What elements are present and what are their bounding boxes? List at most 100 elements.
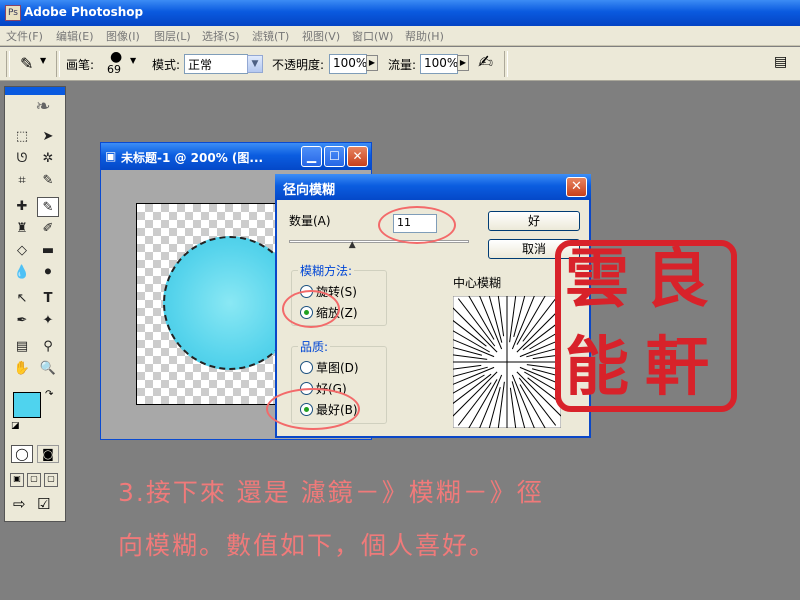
- foreground-color-swatch[interactable]: [13, 392, 41, 418]
- tutorial-caption-line-2: 向模糊。數值如下，個人喜好。: [118, 531, 497, 560]
- screen-mode-standard-icon[interactable]: ▣: [10, 473, 24, 487]
- lasso-tool-icon[interactable]: ᘎ: [11, 149, 33, 169]
- quality-title: 品质:: [298, 338, 331, 355]
- menu-help[interactable]: 帮助(H): [405, 28, 444, 44]
- blur-center-preview[interactable]: [453, 296, 561, 428]
- brush-tool-icon[interactable]: ✎: [37, 197, 59, 217]
- crop-tool-icon[interactable]: ⌗: [11, 171, 33, 191]
- slice-tool-icon[interactable]: ✎: [37, 171, 59, 191]
- dialog-titlebar[interactable]: 径向模糊 ✕: [275, 174, 591, 200]
- move-tool-icon[interactable]: ➤: [37, 127, 59, 147]
- zoom-tool-icon[interactable]: 🔍: [37, 359, 59, 379]
- divider: [6, 51, 10, 77]
- jump-to-imageready-icon[interactable]: ⇨: [13, 495, 26, 513]
- amount-label: 数量(A): [289, 214, 331, 228]
- mode-select[interactable]: 正常: [184, 54, 248, 74]
- tutorial-caption-line-1: 3.接下來 還是 濾鏡－》模糊－》徑: [118, 478, 544, 507]
- document-close-button[interactable]: ✕: [347, 146, 368, 167]
- path-selection-tool-icon[interactable]: ↖: [11, 289, 33, 309]
- maximize-icon: ☐: [329, 149, 340, 163]
- document-titlebar[interactable]: ▣ 未标题-1 @ 200% (图... ▁ ☐ ✕: [101, 143, 371, 170]
- eyedropper-tool-icon[interactable]: ⚲: [37, 337, 59, 357]
- cancel-button-label: 取消: [521, 242, 546, 256]
- menu-image[interactable]: 图像(I): [106, 28, 140, 44]
- amount-slider-thumb[interactable]: ▲: [349, 240, 356, 250]
- blur-tool-icon[interactable]: 💧: [11, 263, 33, 283]
- flow-value: 100%: [424, 56, 459, 70]
- opacity-label: 不透明度:: [272, 58, 325, 72]
- menu-window[interactable]: 窗口(W): [352, 28, 393, 44]
- flow-label: 流量:: [388, 58, 417, 72]
- history-brush-tool-icon[interactable]: ✐: [37, 219, 59, 239]
- ok-button[interactable]: 好: [488, 211, 580, 231]
- eraser-tool-icon[interactable]: ◇: [11, 241, 33, 261]
- maximize-button[interactable]: ☐: [324, 146, 345, 167]
- type-tool-icon[interactable]: T: [37, 289, 59, 309]
- chevron-down-icon[interactable]: ▼: [40, 56, 46, 65]
- mode-dropdown-icon[interactable]: ▼: [247, 55, 263, 73]
- flow-slider-arrow-icon[interactable]: ▶: [457, 55, 469, 71]
- toolbox: ❧ ⬚ ➤ ᘎ ✲ ⌗ ✎ ✚ ✎ ♜ ✐ ◇ ▬ 💧 ⚫ ↖ T ✒ ✦ ▤ …: [4, 86, 66, 522]
- brush-size: 69: [107, 63, 121, 76]
- close-icon: ✕: [571, 179, 582, 194]
- marquee-tool-icon[interactable]: ⬚: [11, 127, 33, 147]
- close-icon: ✕: [352, 149, 363, 163]
- minimize-icon: ▁: [306, 149, 317, 163]
- swap-colors-icon[interactable]: ↷: [45, 389, 53, 400]
- menu-select[interactable]: 选择(S): [202, 28, 240, 44]
- feather-logo-icon[interactable]: ❧: [23, 97, 63, 117]
- hand-tool-icon[interactable]: ✋: [11, 359, 33, 379]
- dodge-tool-icon[interactable]: ⚫: [37, 263, 59, 283]
- highlight-zoom-circle: [282, 290, 340, 328]
- opacity-slider-arrow-icon[interactable]: ▶: [366, 55, 378, 71]
- options-bar: ✎ ▼ 画笔: ● 69 ▼ 模式: 正常 ▼ 不透明度: 100% ▶ 流量:…: [0, 47, 800, 81]
- airbrush-icon[interactable]: ✍: [478, 52, 493, 73]
- menu-view[interactable]: 视图(V): [302, 28, 340, 44]
- quick-mask-mode-icon[interactable]: ◙: [37, 445, 59, 463]
- menu-bar: 文件(F) 编辑(E) 图像(I) 图层(L) 选择(S) 滤镜(T) 视图(V…: [0, 26, 800, 46]
- brush-label: 画笔:: [66, 58, 95, 72]
- healing-brush-tool-icon[interactable]: ✚: [11, 197, 33, 217]
- opacity-field[interactable]: 100%: [329, 54, 367, 74]
- pen-tool-icon[interactable]: ✒: [11, 311, 33, 331]
- custom-shape-tool-icon[interactable]: ✦: [37, 311, 59, 331]
- menu-filter[interactable]: 滤镜(T): [252, 28, 289, 44]
- dialog-title: 径向模糊: [283, 183, 336, 198]
- selected-circle-layer: [163, 236, 287, 370]
- menu-file[interactable]: 文件(F): [6, 28, 43, 44]
- clone-stamp-tool-icon[interactable]: ♜: [11, 219, 33, 239]
- flow-field[interactable]: 100%: [420, 54, 458, 74]
- toolbox-header: [5, 87, 65, 95]
- document-icon: ▣: [105, 149, 117, 163]
- menu-layer[interactable]: 图层(L): [154, 28, 191, 44]
- default-colors-icon[interactable]: ◪: [11, 421, 20, 431]
- standard-mode-icon[interactable]: ◯: [11, 445, 33, 463]
- divider: [504, 51, 508, 77]
- amount-slider-track[interactable]: [289, 240, 469, 243]
- opacity-value: 100%: [333, 56, 368, 70]
- mode-value: 正常: [188, 58, 213, 72]
- screen-mode-full-icon[interactable]: ▢: [44, 473, 58, 487]
- minimize-button[interactable]: ▁: [301, 146, 322, 167]
- highlight-best-circle: [266, 388, 360, 430]
- magic-wand-tool-icon[interactable]: ✲: [37, 149, 59, 169]
- highlight-amount-circle: [378, 206, 456, 244]
- document-canvas[interactable]: [136, 203, 288, 405]
- screen-mode-full-menu-icon[interactable]: ▢: [27, 473, 41, 487]
- quality-draft-label: 草图(D): [316, 361, 359, 375]
- blur-method-title: 模糊方法:: [298, 262, 355, 279]
- brush-tool-preset-icon[interactable]: ✎: [20, 54, 33, 73]
- quality-draft-radio[interactable]: [300, 361, 313, 374]
- dialog-close-button[interactable]: ✕: [566, 177, 587, 197]
- divider: [56, 51, 60, 77]
- gradient-tool-icon[interactable]: ▬: [37, 241, 59, 261]
- app-titlebar: Ps Adobe Photoshop: [0, 0, 800, 26]
- photoshop-app-icon: Ps: [5, 5, 21, 21]
- palette-well-icon[interactable]: ▤: [774, 54, 787, 70]
- mode-label: 模式:: [152, 58, 181, 72]
- notes-tool-icon[interactable]: ▤: [11, 337, 33, 357]
- brush-picker-chevron-icon[interactable]: ▼: [130, 56, 136, 65]
- document-title: 未标题-1 @ 200% (图...: [121, 151, 264, 165]
- menu-edit[interactable]: 编辑(E): [56, 28, 94, 44]
- imageready-icon[interactable]: ☑: [37, 495, 50, 513]
